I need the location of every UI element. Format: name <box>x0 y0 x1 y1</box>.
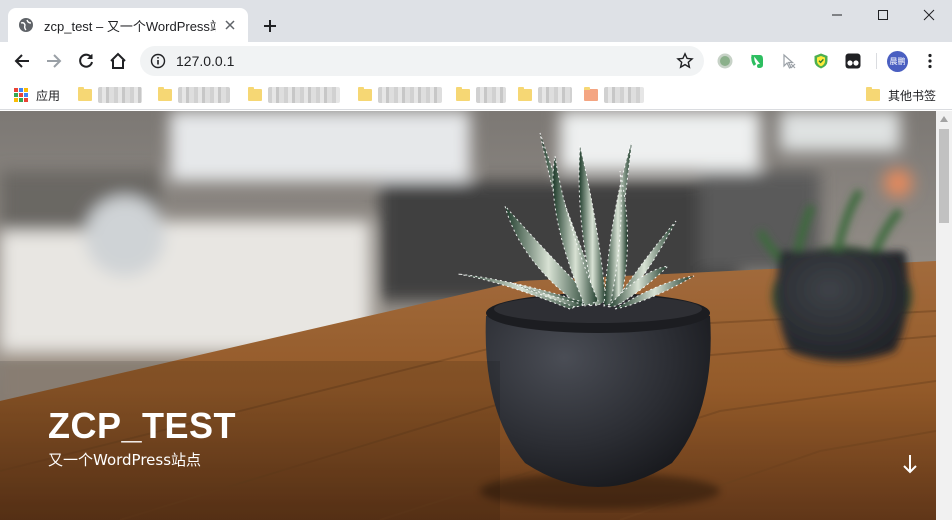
folder-icon <box>358 87 372 101</box>
star-icon[interactable] <box>676 52 694 70</box>
scroll-down-button[interactable] <box>898 451 922 477</box>
folder-icon <box>78 87 92 101</box>
bookmark-folder[interactable] <box>78 85 142 105</box>
bookmark-other-label: 其他书签 <box>888 88 937 103</box>
scrollbar-thumb[interactable] <box>939 129 949 223</box>
bookmarks-bar: 应用 其他书签 <box>0 80 952 110</box>
minimize-button[interactable] <box>814 0 860 30</box>
cursor-extension-icon[interactable] <box>779 51 799 71</box>
window-close-button[interactable] <box>906 0 952 30</box>
bookmark-blurred-label <box>538 87 572 103</box>
back-icon <box>14 54 29 68</box>
bookmark-blurred-label <box>476 87 506 103</box>
close-icon <box>923 9 935 21</box>
tab-title: zcp_test – 又一个WordPress站点 <box>44 18 216 34</box>
evernote-icon[interactable] <box>747 51 767 71</box>
site-description: 又一个WordPress站点 <box>48 451 202 469</box>
maximize-button[interactable] <box>860 0 906 30</box>
forward-icon <box>47 54 62 68</box>
menu-button[interactable] <box>916 47 944 75</box>
page-viewport: ZCP_TEST 又一个WordPress站点 <box>0 111 936 520</box>
new-tab-button[interactable] <box>258 14 282 38</box>
arrow-down-icon <box>903 455 917 474</box>
plus-icon <box>264 20 276 32</box>
bookmark-blurred-label <box>378 87 442 103</box>
toolbar-separator <box>876 53 877 69</box>
folder-icon <box>158 87 172 101</box>
forward-button[interactable] <box>40 47 68 75</box>
profile-avatar[interactable]: 晨鹏 <box>887 51 908 72</box>
bookmark-blurred-label <box>178 87 230 103</box>
globe-icon <box>18 17 34 33</box>
folder-icon <box>518 87 532 101</box>
folder-icon <box>866 87 880 101</box>
maximize-icon <box>878 10 888 20</box>
scroll-up-arrow[interactable] <box>936 111 952 127</box>
url-text[interactable]: 127.0.0.1 <box>176 53 676 69</box>
tampermonkey-icon[interactable] <box>843 51 863 71</box>
home-icon <box>110 52 126 69</box>
apps-grid-icon <box>14 88 28 102</box>
vertical-scrollbar[interactable] <box>936 111 952 520</box>
page-icon <box>584 87 598 101</box>
bookmark-other[interactable]: 其他书签 <box>866 85 936 105</box>
bookmark-blurred-label <box>268 87 340 103</box>
menu-dots-icon <box>928 53 932 69</box>
shield-icon[interactable] <box>811 51 831 71</box>
back-button[interactable] <box>8 47 36 75</box>
extension-status-icon[interactable] <box>715 51 735 71</box>
bookmark-apps-label: 应用 <box>36 88 61 103</box>
tab-strip: zcp_test – 又一个WordPress站点 <box>0 0 952 42</box>
bookmark-blurred-label <box>604 87 644 103</box>
bookmark-folder[interactable] <box>518 85 572 105</box>
bookmark-apps[interactable]: 应用 <box>14 85 60 105</box>
reload-icon <box>79 53 93 68</box>
address-bar[interactable]: 127.0.0.1 <box>140 46 704 76</box>
triangle-up-icon <box>940 116 948 122</box>
site-title[interactable]: ZCP_TEST <box>48 405 236 447</box>
bookmark-folder[interactable] <box>158 85 230 105</box>
reload-button[interactable] <box>72 47 100 75</box>
bookmark-blurred-label <box>98 87 142 103</box>
minimize-icon <box>832 14 842 16</box>
toolbar: 127.0.0.1 晨鹏 <box>0 42 952 80</box>
bookmark-folder[interactable] <box>358 85 442 105</box>
bookmark-folder[interactable] <box>456 85 506 105</box>
folder-icon <box>456 87 470 101</box>
info-icon[interactable] <box>150 53 166 69</box>
bookmark-page[interactable] <box>584 85 644 105</box>
tab-active[interactable]: zcp_test – 又一个WordPress站点 <box>8 8 248 42</box>
folder-icon <box>248 87 262 101</box>
home-button[interactable] <box>104 47 132 75</box>
close-icon[interactable] <box>222 17 238 33</box>
bookmark-folder[interactable] <box>248 85 340 105</box>
